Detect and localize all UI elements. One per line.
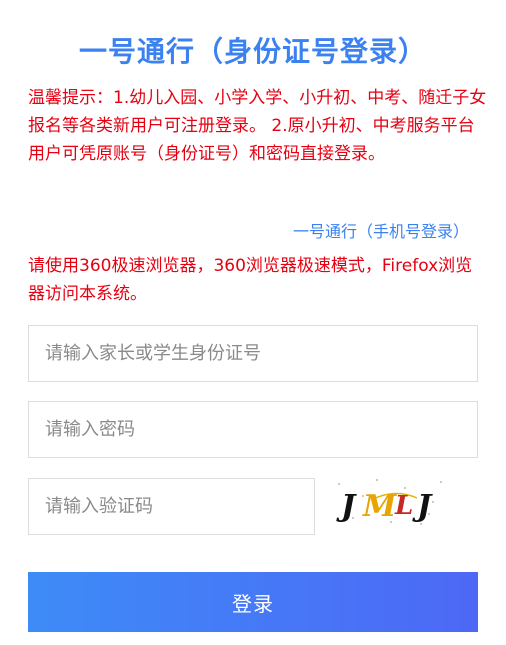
login-button[interactable]: 登录	[28, 572, 478, 632]
captcha-char-3: L	[394, 491, 413, 521]
notice-text: 温馨提示：1.幼儿入园、小学入学、小升初、中考、随迁子女报名等各类新用户可注册登…	[28, 88, 487, 164]
page-title: 一号通行（身份证号登录）	[78, 35, 427, 68]
captcha-char-2: M	[362, 489, 397, 524]
captcha-image[interactable]: J M L J	[333, 474, 447, 530]
password-input[interactable]	[28, 401, 478, 458]
phone-login-link[interactable]: 一号通行（手机号登录）	[293, 218, 469, 242]
id-number-input[interactable]	[28, 325, 478, 382]
login-page: 一号通行（身份证号登录） 温馨提示：1.幼儿入园、小学入学、小升初、中考、随迁子…	[0, 0, 506, 645]
captcha-input[interactable]	[28, 478, 315, 535]
browser-hint-text: 请使用360极速浏览器，360浏览器极速模式，Firefox浏览器访问本系统。	[28, 256, 473, 304]
